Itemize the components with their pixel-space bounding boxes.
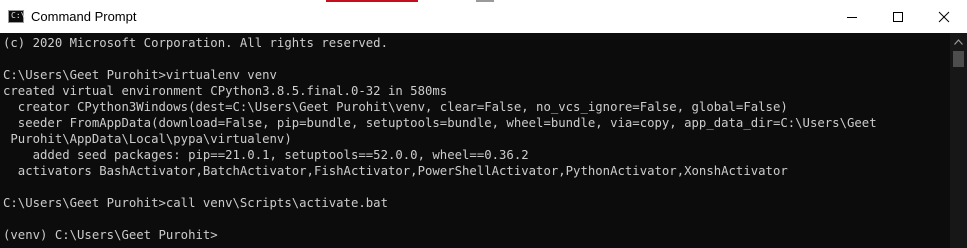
console-line: (c) 2020 Microsoft Corporation. All righ…	[3, 36, 388, 50]
close-button[interactable]	[921, 0, 967, 33]
title-bar[interactable]: C:\ Command Prompt	[0, 0, 967, 33]
console-line: activators BashActivator,BatchActivator,…	[3, 164, 788, 178]
maximize-icon	[893, 11, 903, 22]
minimize-icon	[847, 16, 857, 18]
scroll-up-button[interactable]	[950, 33, 967, 50]
maximize-button[interactable]	[875, 0, 921, 33]
console-line: C:\Users\Geet Purohit>call venv\Scripts\…	[3, 196, 388, 210]
console-line: seeder FromAppData(download=False, pip=b…	[3, 116, 877, 130]
console-line: added seed packages: pip==21.0.1, setupt…	[3, 148, 529, 162]
chevron-up-icon	[954, 38, 963, 45]
window-title: Command Prompt	[31, 9, 137, 24]
close-icon	[938, 11, 950, 22]
command-prompt-icon[interactable]: C:\	[8, 10, 25, 23]
taskbar-accent-strip	[476, 0, 494, 2]
scrollbar-thumb[interactable]	[953, 51, 964, 67]
console-line: created virtual environment CPython3.8.5…	[3, 84, 448, 98]
taskbar-accent-strip	[326, 0, 418, 2]
console-output[interactable]: (c) 2020 Microsoft Corporation. All righ…	[0, 33, 950, 248]
vertical-scrollbar[interactable]	[950, 33, 967, 248]
console-line: C:\Users\Geet Purohit>virtualenv venv	[3, 68, 277, 82]
console-line: creator CPython3Windows(dest=C:\Users\Ge…	[3, 100, 788, 114]
console-line: Purohit\AppData\Local\pypa\virtualenv)	[3, 132, 292, 146]
console-prompt-line[interactable]: (venv) C:\Users\Geet Purohit>	[3, 227, 218, 243]
minimize-button[interactable]	[829, 0, 875, 33]
